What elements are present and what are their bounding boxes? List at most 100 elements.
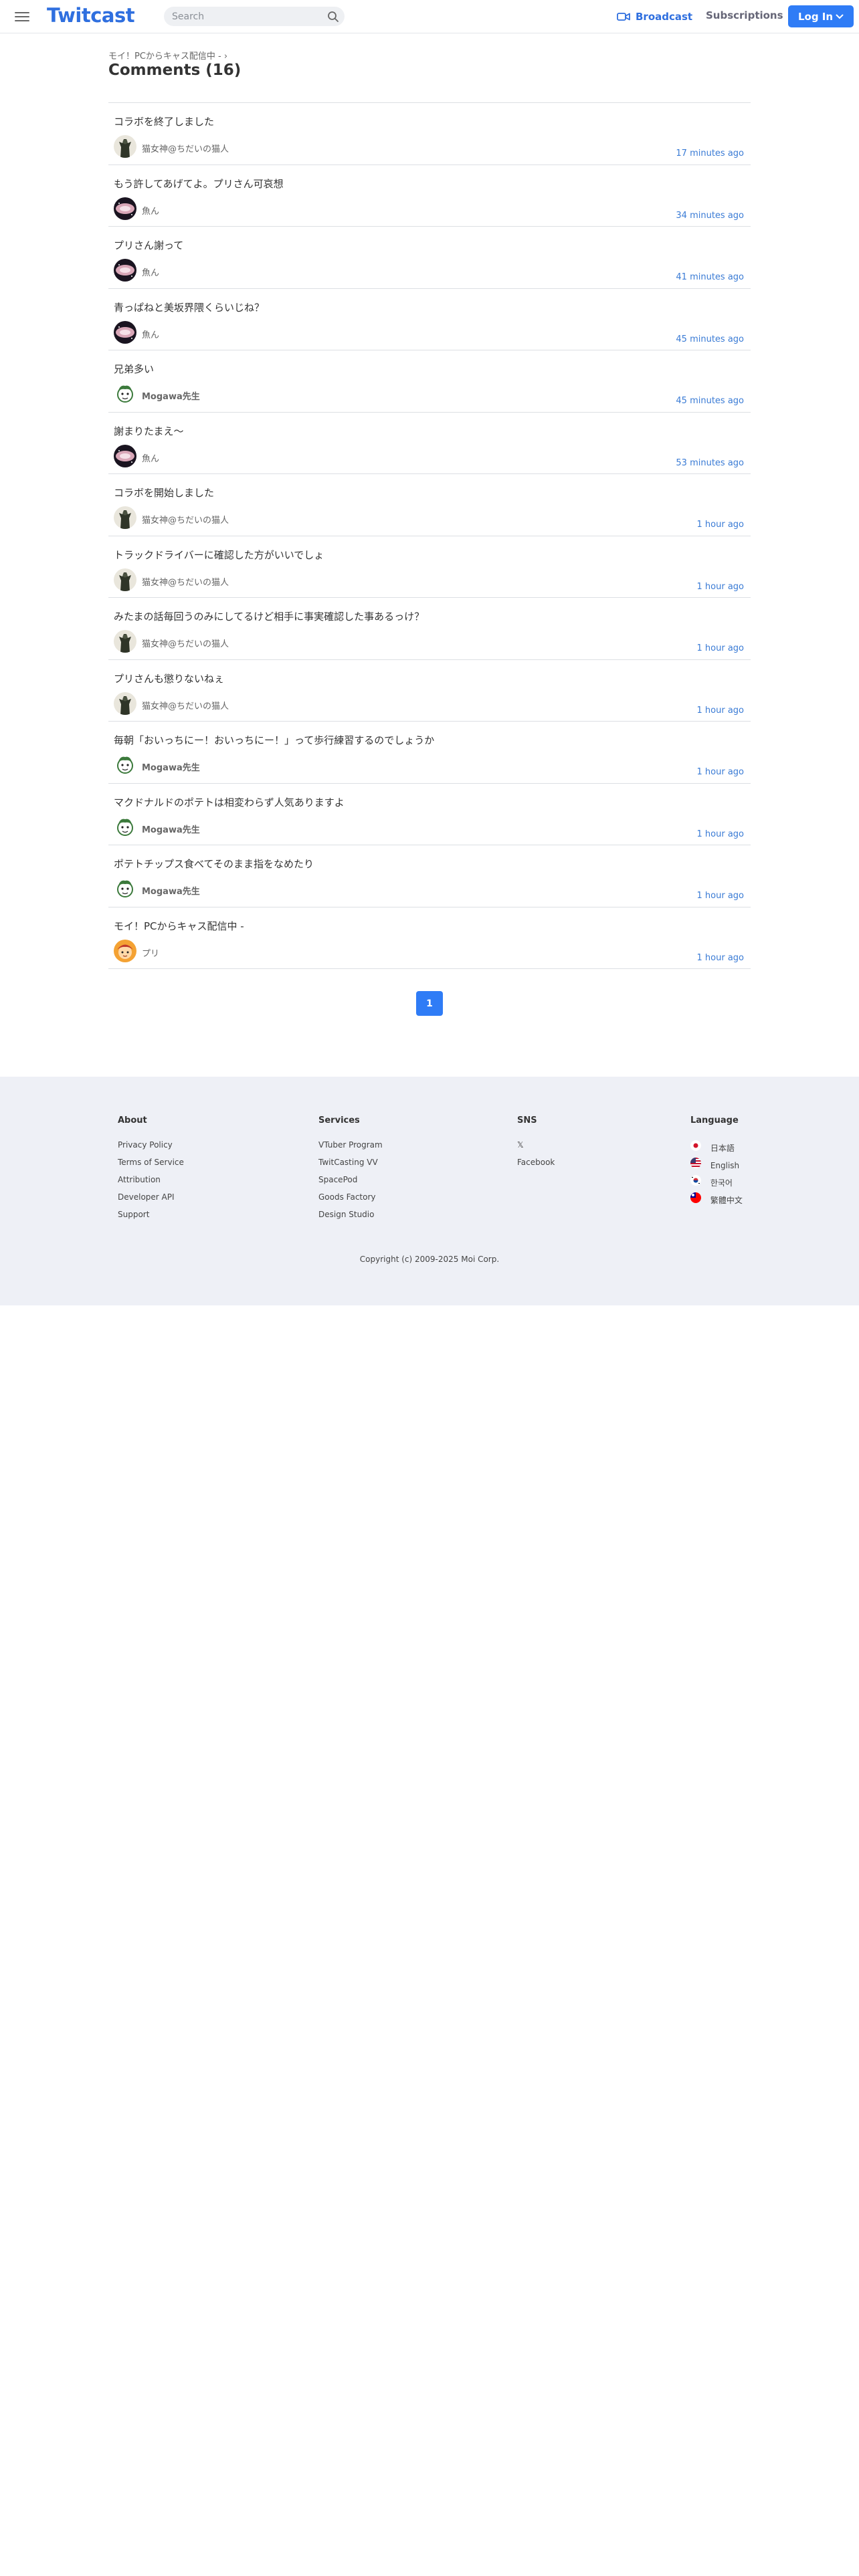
footer-link[interactable]: Support <box>118 1210 184 1219</box>
avatar[interactable] <box>114 383 136 405</box>
language-traditional-chinese[interactable]: 繁體中文 <box>690 1192 743 1205</box>
comment-timestamp[interactable]: 17 minutes ago <box>676 148 744 158</box>
comment-author[interactable]: Mogawa先生 <box>142 823 200 835</box>
footer-link[interactable]: SpacePod <box>318 1175 383 1184</box>
comment-timestamp[interactable]: 41 minutes ago <box>676 272 744 282</box>
comment-text: ポテトチップス食べてそのまま指をなめたり <box>114 858 314 870</box>
comment-text: 兄弟多い <box>114 363 155 375</box>
comment-timestamp[interactable]: 1 hour ago <box>697 706 744 716</box>
avatar[interactable] <box>114 259 136 282</box>
language-label: 繁體中文 <box>710 1196 743 1205</box>
comment-timestamp[interactable]: 1 hour ago <box>697 829 744 839</box>
comment-timestamp[interactable]: 34 minutes ago <box>676 211 744 221</box>
facebook-link[interactable]: Facebook <box>517 1158 555 1167</box>
comment-item: モイ！PCからキャス配信中 - プリ 1 hour ago <box>108 907 751 969</box>
comment-text: トラックドライバーに確認した方がいいでしょ <box>114 548 324 561</box>
twitcast-logo[interactable]: Twitcast <box>47 4 135 27</box>
language-english[interactable]: English <box>690 1158 743 1170</box>
avatar[interactable] <box>114 135 136 158</box>
comment-text: プリさんも懲りないねぇ <box>114 672 225 685</box>
comment-timestamp[interactable]: 1 hour ago <box>697 520 744 530</box>
search-icon[interactable] <box>327 11 339 23</box>
footer-sns-column: SNS 𝕏 Facebook <box>517 1115 555 1175</box>
us-flag-icon <box>690 1158 701 1168</box>
comment-timestamp[interactable]: 45 minutes ago <box>676 334 744 344</box>
top-navbar: Twitcast Broadcast Subscriptions Log In <box>0 0 859 33</box>
login-button[interactable]: Log In <box>788 5 854 27</box>
taiwan-flag-icon <box>690 1192 701 1203</box>
footer-link[interactable]: Design Studio <box>318 1210 383 1219</box>
comment-item: コラボを終了しました猫女神@ちだいの猫人 17 minutes ago <box>108 103 751 165</box>
comment-author[interactable]: 魚ん <box>142 451 159 464</box>
japan-flag-icon <box>690 1140 701 1151</box>
subscriptions-link[interactable]: Subscriptions <box>706 9 783 21</box>
comment-author[interactable]: 魚ん <box>142 204 159 217</box>
comment-author[interactable]: 猫女神@ちだいの猫人 <box>142 699 229 712</box>
comment-list: コラボを終了しました猫女神@ちだいの猫人 17 minutes ago もう許してあ… <box>108 102 751 969</box>
comment-author[interactable]: 猫女神@ちだいの猫人 <box>142 637 229 649</box>
footer-link[interactable]: Developer API <box>118 1192 184 1202</box>
comment-author[interactable]: 猫女神@ちだいの猫人 <box>142 142 229 154</box>
page-title: Comments (16) <box>108 62 242 79</box>
comment-author[interactable]: Mogawa先生 <box>142 760 200 773</box>
comment-timestamp[interactable]: 1 hour ago <box>697 891 744 901</box>
x-link[interactable]: 𝕏 <box>517 1140 555 1150</box>
avatar[interactable] <box>114 197 136 220</box>
comment-item: ポテトチップス食べてそのまま指をなめたり Mogawa先生 1 hour ago <box>108 845 751 907</box>
comment-timestamp[interactable]: 53 minutes ago <box>676 458 744 468</box>
comment-item: マクドナルドのポテトは相変わらず人気ありますよ Mogawa先生 1 hour ag… <box>108 784 751 845</box>
search-box[interactable] <box>164 7 345 26</box>
pagination-page-button[interactable]: 1 <box>416 991 443 1016</box>
video-camera-icon <box>617 13 630 21</box>
comment-author[interactable]: Mogawa先生 <box>142 389 200 402</box>
avatar[interactable] <box>114 630 136 653</box>
avatar[interactable] <box>114 754 136 776</box>
comment-author[interactable]: プリ <box>142 946 159 959</box>
comment-timestamp[interactable]: 1 hour ago <box>697 582 744 592</box>
comment-text: 謝まりたまえ〜 <box>114 425 184 437</box>
comment-item: もう許してあげてよ。プリさん可哀想魚ん 34 minutes ago <box>108 165 751 227</box>
comment-author[interactable]: 魚ん <box>142 265 159 278</box>
comment-item: みたまの話毎回うのみにしてるけど相手に事実確認した事あるっけ？ 猫女神@ちだいの猫… <box>108 598 751 660</box>
comment-text: モイ！PCからキャス配信中 - <box>114 920 244 932</box>
footer-link[interactable]: Terms of Service <box>118 1158 184 1167</box>
footer-link[interactable]: VTuber Program <box>318 1140 383 1150</box>
broadcast-label: Broadcast <box>636 11 693 23</box>
footer-link[interactable]: TwitCasting VV <box>318 1158 383 1167</box>
broadcast-button[interactable]: Broadcast <box>617 9 692 25</box>
avatar[interactable] <box>114 877 136 900</box>
footer-services-column: Services VTuber Program TwitCasting VV S… <box>318 1115 383 1227</box>
avatar[interactable] <box>114 815 136 839</box>
comment-timestamp[interactable]: 45 minutes ago <box>676 396 744 406</box>
comment-author[interactable]: 魚ん <box>142 328 159 340</box>
comment-author[interactable]: 猫女神@ちだいの猫人 <box>142 575 229 588</box>
language-japanese[interactable]: 日本語 <box>690 1140 743 1153</box>
avatar[interactable] <box>114 444 136 467</box>
login-label: Log In <box>797 10 834 23</box>
avatar[interactable] <box>114 691 136 715</box>
chevron-down-icon <box>836 14 844 19</box>
comment-text: コラボを終了しました <box>114 116 215 128</box>
footer-link[interactable]: Attribution <box>118 1175 184 1184</box>
avatar[interactable] <box>114 320 136 344</box>
copyright-text: Copyright (c) 2009-2025 Moi Corp. <box>359 1255 500 1264</box>
comment-item: コラボを開始しました 猫女神@ちだいの猫人 1 hour ago <box>108 474 751 536</box>
comment-timestamp[interactable]: 1 hour ago <box>697 953 744 963</box>
comment-timestamp[interactable]: 1 hour ago <box>697 767 744 777</box>
search-input[interactable] <box>172 7 319 26</box>
language-korean[interactable]: 한국어 <box>690 1175 743 1188</box>
footer-link[interactable]: Privacy Policy <box>118 1140 184 1150</box>
avatar[interactable] <box>114 939 136 962</box>
menu-icon[interactable] <box>15 9 29 23</box>
comment-timestamp[interactable]: 1 hour ago <box>697 643 744 653</box>
avatar[interactable] <box>114 506 136 529</box>
comment-text: 青っぱねと美坂界隈くらいじね？ <box>114 301 265 314</box>
footer-link[interactable]: Goods Factory <box>318 1192 383 1202</box>
footer-heading: Language <box>690 1115 739 1125</box>
avatar[interactable] <box>114 568 136 591</box>
comment-author[interactable]: Mogawa先生 <box>142 884 200 897</box>
breadcrumb[interactable]: モイ！PCからキャス配信中 - › <box>108 49 227 62</box>
comment-text: もう許してあげてよ。プリさん可哀想 <box>114 177 284 190</box>
comment-author[interactable]: 猫女神@ちだいの猫人 <box>142 513 229 526</box>
comment-item: 謝まりたまえ〜 魚ん 53 minutes ago <box>108 413 751 474</box>
